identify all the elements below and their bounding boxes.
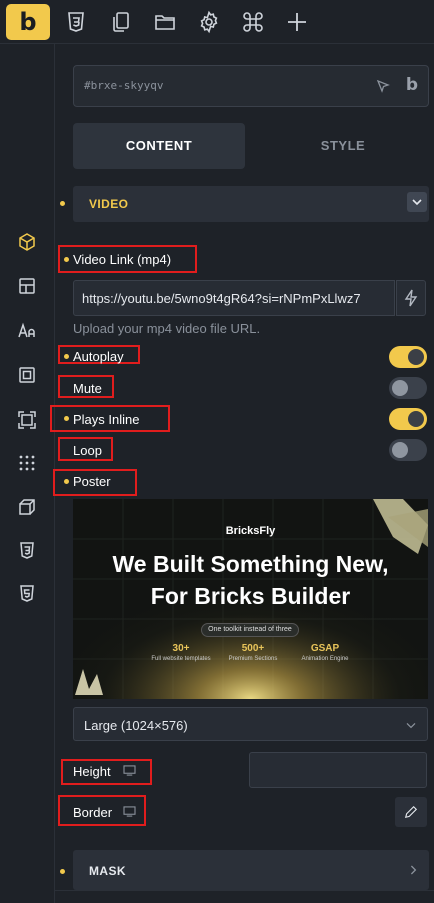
top-toolbar: b: [0, 0, 434, 44]
mask-section-header[interactable]: MASK: [73, 850, 429, 890]
settings-gear-icon[interactable]: [197, 10, 221, 34]
poster-stat: 30+ Full website templates: [141, 643, 221, 662]
desktop-icon: [123, 765, 136, 776]
toggle-knob: [408, 411, 424, 427]
tab-style[interactable]: STYLE: [257, 123, 429, 169]
mask-section-title: MASK: [89, 864, 126, 878]
chevron-down-icon: [406, 722, 416, 729]
left-rail: [0, 44, 55, 903]
mute-toggle[interactable]: [389, 377, 427, 399]
element-id-text: #brxe-skyyqv: [84, 79, 164, 92]
css3-shield-icon[interactable]: [17, 541, 37, 561]
tab-content[interactable]: CONTENT: [73, 123, 245, 169]
bricks-b-icon[interactable]: b: [406, 75, 418, 95]
video-link-value: https://youtu.be/5wno9t4gR64?si=rNPmPxLl…: [82, 291, 361, 306]
video-link-hint: Upload your mp4 video file URL.: [73, 321, 261, 336]
toggle-knob: [392, 380, 408, 396]
html5-shield-icon[interactable]: [17, 584, 37, 604]
modified-dot: [64, 479, 69, 484]
modified-dot: [60, 201, 65, 206]
sizing-icon[interactable]: [17, 410, 37, 430]
image-size-value: Large (1024×576): [84, 718, 188, 733]
video-section-header[interactable]: VIDEO: [73, 186, 429, 222]
cursor-pointer-icon[interactable]: [376, 79, 390, 93]
layout-icon[interactable]: [17, 276, 37, 296]
toggle-knob: [408, 349, 424, 365]
loop-toggle[interactable]: [389, 439, 427, 461]
image-size-select[interactable]: Large (1024×576): [73, 707, 428, 741]
loop-label: Loop: [73, 443, 102, 458]
grid-dots-icon[interactable]: [17, 453, 37, 473]
modified-dot: [60, 869, 65, 874]
collapse-toggle[interactable]: [407, 192, 427, 212]
poster-stat-number: GSAP: [310, 643, 340, 654]
toggle-knob: [392, 442, 408, 458]
video-section-title: VIDEO: [89, 197, 129, 211]
poster-pill-text: One toolkit instead of three: [201, 623, 299, 637]
poster-stat: GSAP Animation Engine: [285, 643, 365, 662]
panel-footer: [55, 890, 434, 903]
plays-inline-toggle[interactable]: [389, 408, 427, 430]
element-id-field[interactable]: #brxe-skyyqv b: [73, 65, 429, 107]
chevron-down-icon: [412, 199, 422, 206]
height-input[interactable]: [249, 752, 427, 788]
modified-dot: [64, 354, 69, 359]
poster-stat: 500+ Premium Sections: [213, 643, 293, 662]
desktop-icon: [123, 806, 136, 817]
lightning-icon: [404, 289, 418, 307]
poster-stat-text: Premium Sections: [228, 656, 278, 662]
poster-stat-text: Full website templates: [151, 656, 211, 662]
height-label: Height: [73, 764, 111, 779]
poster-label: Poster: [73, 474, 111, 489]
css3-icon[interactable]: [64, 10, 88, 34]
tab-bar: CONTENT STYLE: [73, 123, 429, 169]
poster-image-preview[interactable]: BricksFly We Built Something New, For Br…: [73, 499, 428, 699]
autoplay-label: Autoplay: [73, 349, 124, 364]
poster-stat-text: Animation Engine: [301, 656, 349, 662]
folder-icon[interactable]: [153, 10, 177, 34]
dynamic-data-button[interactable]: [396, 280, 426, 316]
plus-icon[interactable]: [285, 10, 309, 34]
border-label: Border: [73, 805, 113, 820]
box-3d-icon[interactable]: [17, 497, 37, 517]
pencil-icon: [404, 805, 418, 819]
poster-brand-text: BricksFly: [225, 525, 276, 537]
poster-stat-number: 30+: [172, 643, 190, 654]
poster-headline-1: We Built Something New,: [112, 551, 389, 577]
plays-inline-label: Plays Inline: [73, 412, 140, 427]
poster-headline-2: For Bricks Builder: [150, 583, 351, 609]
mute-label: Mute: [73, 381, 102, 396]
video-link-label: Video Link (mp4): [73, 252, 172, 267]
cube-icon[interactable]: [17, 232, 37, 252]
bricks-logo-button[interactable]: b: [6, 4, 50, 40]
chevron-right-icon: [410, 865, 417, 875]
command-icon[interactable]: [241, 10, 265, 34]
modified-dot: [64, 257, 69, 262]
modified-dot: [64, 416, 69, 421]
spacing-icon[interactable]: [17, 365, 37, 385]
video-link-input[interactable]: https://youtu.be/5wno9t4gR64?si=rNPmPxLl…: [73, 280, 395, 316]
poster-stat-number: 500+: [241, 643, 265, 654]
typography-icon[interactable]: [17, 321, 37, 341]
pages-icon[interactable]: [109, 10, 133, 34]
edit-border-button[interactable]: [395, 797, 427, 827]
element-panel: #brxe-skyyqv b CONTENT STYLE VIDEO Video…: [50, 44, 434, 903]
autoplay-toggle[interactable]: [389, 346, 427, 368]
